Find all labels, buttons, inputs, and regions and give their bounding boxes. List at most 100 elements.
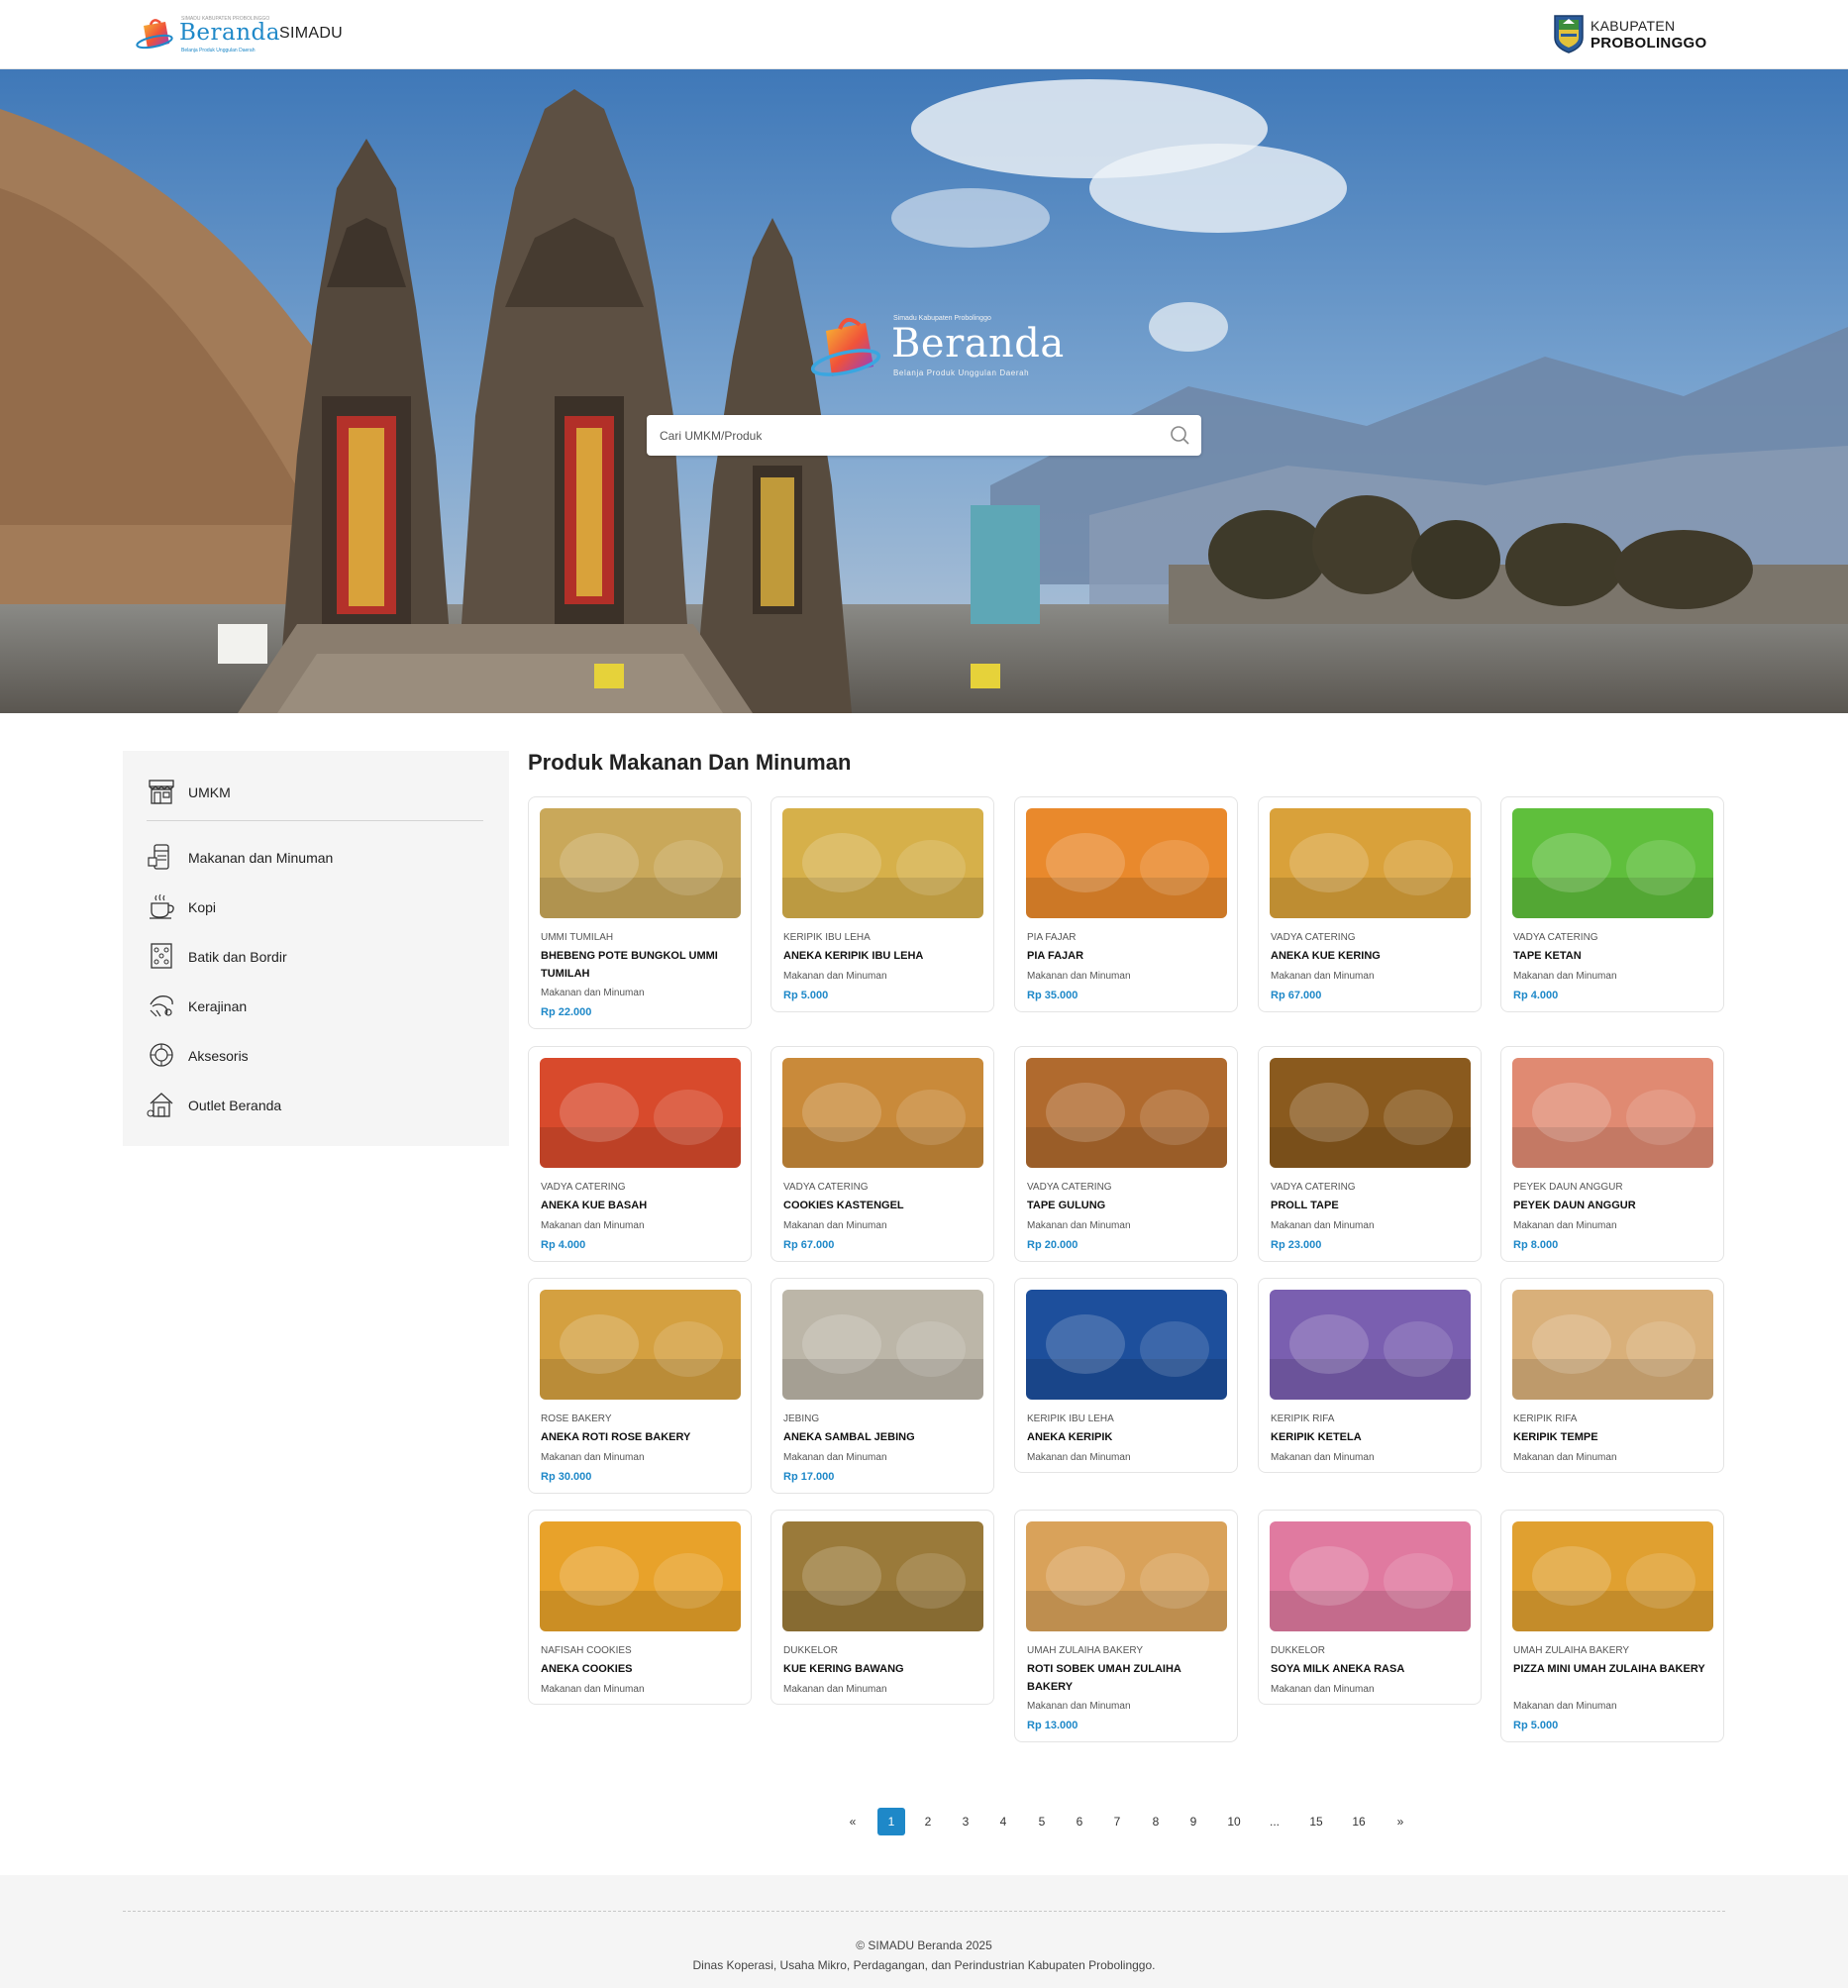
product-price: Rp 5.000 <box>783 990 829 1001</box>
product-card[interactable]: ROSE BAKERY ANEKA ROTI ROSE BAKERY Makanan… <box>528 1278 752 1494</box>
product-name[interactable]: ANEKA KERIPIK IBU LEHA <box>783 947 985 965</box>
product-name[interactable]: KUE KERING BAWANG <box>783 1660 985 1678</box>
product-name[interactable]: ANEKA SAMBAL JEBING <box>783 1428 985 1446</box>
product-thumbnail[interactable] <box>1512 1290 1713 1400</box>
product-seller: VADYA CATERING <box>783 1182 869 1193</box>
product-card[interactable]: UMMI TUMILAH BHEBENG POTE BUNGKOL UMMI TU… <box>528 796 752 1029</box>
product-card[interactable]: DUKKELOR SOYA MILK ANEKA RASA Makanan dan … <box>1258 1510 1482 1705</box>
product-category: Makanan dan Minuman <box>1027 1452 1131 1463</box>
product-name[interactable]: PIZZA MINI UMAH ZULAIHA BAKERY <box>1513 1660 1715 1678</box>
search-icon[interactable] <box>1168 423 1193 449</box>
product-thumbnail[interactable] <box>540 1290 741 1400</box>
product-price: Rp 4.000 <box>1513 990 1559 1001</box>
product-card[interactable]: UMAH ZULAIHA BAKERY ROTI SOBEK UMAH ZULAI… <box>1014 1510 1238 1742</box>
beranda-logo[interactable]: SIMADU KABUPATEN PROBOLINGGO Beranda Bel… <box>136 14 279 55</box>
sidebar-item-outlet-beranda[interactable]: Outlet Beranda <box>147 1090 473 1121</box>
product-name[interactable]: TAPE GULUNG <box>1027 1197 1229 1214</box>
product-name[interactable]: PEYEK DAUN ANGGUR <box>1513 1197 1715 1214</box>
search-input[interactable] <box>647 415 1152 456</box>
product-name[interactable]: ANEKA KUE KERING <box>1271 947 1473 965</box>
pagination-page-3[interactable]: 3 <box>952 1808 979 1835</box>
product-thumbnail[interactable] <box>1270 1521 1471 1631</box>
sidebar-item-label: Batik dan Bordir <box>188 949 287 965</box>
product-thumbnail[interactable] <box>1026 808 1227 918</box>
product-seller: UMMI TUMILAH <box>541 932 614 943</box>
product-name[interactable]: ANEKA COOKIES <box>541 1660 743 1678</box>
pagination-page-6[interactable]: 6 <box>1066 1808 1093 1835</box>
pagination-page-16[interactable]: 16 <box>1345 1808 1373 1835</box>
product-card[interactable]: VADYA CATERING TAPE GULUNG Makanan dan Min… <box>1014 1046 1238 1262</box>
pagination-page-2[interactable]: 2 <box>914 1808 942 1835</box>
pagination-next-button[interactable]: » <box>1386 1808 1414 1835</box>
outlet-house-icon <box>147 1093 173 1117</box>
product-seller: DUKKELOR <box>1271 1645 1326 1656</box>
product-thumbnail[interactable] <box>1512 1521 1713 1631</box>
product-name[interactable]: ANEKA KUE BASAH <box>541 1197 743 1214</box>
kabupaten-logo: KABUPATEN PROBOLINGGO <box>1553 14 1706 55</box>
product-card[interactable]: KERIPIK RIFA KERIPIK KETELA Makanan dan Mi… <box>1258 1278 1482 1473</box>
product-card[interactable]: VADYA CATERING COOKIES KASTENGEL Makanan d… <box>770 1046 994 1262</box>
sidebar-item-umkm[interactable]: UMKM <box>147 777 473 806</box>
product-name[interactable]: SOYA MILK ANEKA RASA <box>1271 1660 1473 1678</box>
product-card[interactable]: UMAH ZULAIHA BAKERY PIZZA MINI UMAH ZULAI… <box>1500 1510 1724 1742</box>
pagination-page-10[interactable]: 10 <box>1220 1808 1248 1835</box>
product-card[interactable]: NAFISAH COOKIES ANEKA COOKIES Makanan dan … <box>528 1510 752 1705</box>
product-name[interactable]: PIA FAJAR <box>1027 947 1229 965</box>
pagination-page-8[interactable]: 8 <box>1142 1808 1170 1835</box>
product-thumbnail[interactable] <box>1270 1058 1471 1168</box>
pagination-page-9[interactable]: 9 <box>1180 1808 1207 1835</box>
product-card[interactable]: VADYA CATERING TAPE KETAN Makanan dan Minu… <box>1500 796 1724 1012</box>
product-thumbnail[interactable] <box>540 1058 741 1168</box>
product-name[interactable]: KERIPIK KETELA <box>1271 1428 1473 1446</box>
product-name[interactable]: ROTI SOBEK UMAH ZULAIHA BAKERY <box>1027 1660 1229 1696</box>
product-thumbnail[interactable] <box>1512 1058 1713 1168</box>
product-card[interactable]: KERIPIK RIFA KERIPIK TEMPE Makanan dan Min… <box>1500 1278 1724 1473</box>
pagination-page-1[interactable]: 1 <box>877 1808 905 1835</box>
sidebar-item-kopi[interactable]: Kopi <box>147 891 473 923</box>
pagination-page-15[interactable]: 15 <box>1302 1808 1330 1835</box>
product-thumbnail[interactable] <box>782 1058 983 1168</box>
product-name[interactable]: PROLL TAPE <box>1271 1197 1473 1214</box>
product-thumbnail[interactable] <box>1270 1290 1471 1400</box>
product-card[interactable]: KERIPIK IBU LEHA ANEKA KERIPIK Makanan dan… <box>1014 1278 1238 1473</box>
product-card[interactable]: DUKKELOR KUE KERING BAWANG Makanan dan Min… <box>770 1510 994 1705</box>
product-name[interactable]: ANEKA ROTI ROSE BAKERY <box>541 1428 743 1446</box>
product-card[interactable]: KERIPIK IBU LEHA ANEKA KERIPIK IBU LEHA Ma… <box>770 796 994 1012</box>
product-thumbnail[interactable] <box>540 1521 741 1631</box>
craft-icon <box>150 995 173 1017</box>
product-thumbnail[interactable] <box>1026 1058 1227 1168</box>
sidebar-item-aksesoris[interactable]: Aksesoris <box>147 1040 473 1072</box>
pagination-page-5[interactable]: 5 <box>1028 1808 1056 1835</box>
product-name[interactable]: ANEKA KERIPIK <box>1027 1428 1229 1446</box>
product-name[interactable]: COOKIES KASTENGEL <box>783 1197 985 1214</box>
kabupaten-label: KABUPATEN <box>1591 18 1676 34</box>
product-name[interactable]: BHEBENG POTE BUNGKOL UMMI TUMILAH <box>541 947 743 983</box>
product-price: Rp 35.000 <box>1027 990 1078 1001</box>
product-thumbnail[interactable] <box>1270 808 1471 918</box>
product-thumbnail[interactable] <box>782 1290 983 1400</box>
product-thumbnail[interactable] <box>1026 1521 1227 1631</box>
product-card[interactable]: PIA FAJAR PIA FAJAR Makanan dan Minuman Rp … <box>1014 796 1238 1012</box>
product-card[interactable]: VADYA CATERING PROLL TAPE Makanan dan Minu… <box>1258 1046 1482 1262</box>
product-thumbnail[interactable] <box>782 808 983 918</box>
brand-name-link[interactable]: SIMADU <box>279 25 343 43</box>
sidebar-item-batik-dan-bordir[interactable]: Batik dan Bordir <box>147 941 473 973</box>
product-card[interactable]: JEBING ANEKA SAMBAL JEBING Makanan dan Min… <box>770 1278 994 1494</box>
product-name[interactable]: TAPE KETAN <box>1513 947 1715 965</box>
product-name[interactable]: KERIPIK TEMPE <box>1513 1428 1715 1446</box>
product-card[interactable]: VADYA CATERING ANEKA KUE BASAH Makanan dan… <box>528 1046 752 1262</box>
product-category: Makanan dan Minuman <box>1513 1452 1617 1463</box>
product-card[interactable]: PEYEK DAUN ANGGUR PEYEK DAUN ANGGUR Makana… <box>1500 1046 1724 1262</box>
sidebar-item-makanan-dan-minuman[interactable]: Makanan dan Minuman <box>147 842 473 874</box>
product-price: Rp 67.000 <box>783 1239 835 1251</box>
pagination-page-4[interactable]: 4 <box>989 1808 1017 1835</box>
product-category: Makanan dan Minuman <box>1027 1701 1131 1712</box>
product-thumbnail[interactable] <box>1512 808 1713 918</box>
pagination-prev-button[interactable]: « <box>839 1808 867 1835</box>
product-thumbnail[interactable] <box>540 808 741 918</box>
product-thumbnail[interactable] <box>782 1521 983 1631</box>
product-card[interactable]: VADYA CATERING ANEKA KUE KERING Makanan da… <box>1258 796 1482 1012</box>
sidebar-item-kerajinan[interactable]: Kerajinan <box>147 991 473 1022</box>
product-thumbnail[interactable] <box>1026 1290 1227 1400</box>
pagination-page-7[interactable]: 7 <box>1103 1808 1131 1835</box>
